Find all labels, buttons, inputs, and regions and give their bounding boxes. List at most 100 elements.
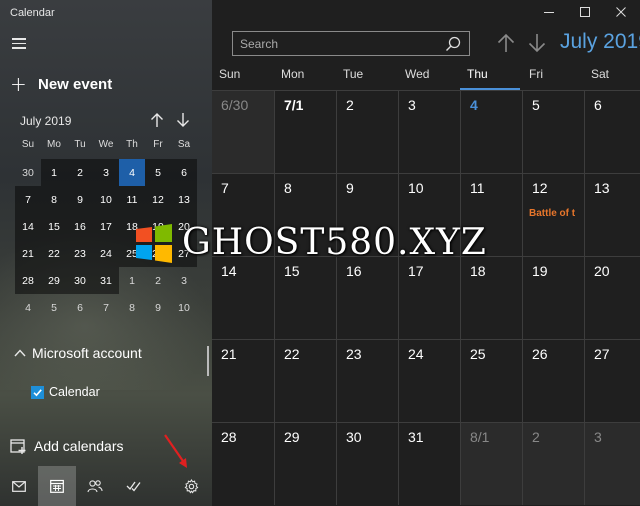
search-input[interactable]	[240, 35, 440, 52]
day-cell[interactable]: 16	[336, 257, 398, 339]
day-cell[interactable]: 18	[460, 257, 522, 339]
calendar-checkbox[interactable]	[31, 385, 44, 399]
mini-calendar-day[interactable]: 14	[15, 213, 41, 240]
mini-calendar-day[interactable]: 17	[93, 213, 119, 240]
new-event-button[interactable]: + New event	[10, 72, 112, 96]
day-cell[interactable]: 6/30	[212, 91, 274, 173]
search-box[interactable]	[232, 31, 470, 56]
mini-calendar-day[interactable]: 3	[93, 159, 119, 186]
day-cell[interactable]: 12 Battle of t	[522, 174, 584, 256]
mini-calendar-day[interactable]: 11	[119, 186, 145, 213]
search-icon[interactable]	[445, 36, 461, 52]
mini-calendar-next-arrow-icon[interactable]	[176, 112, 190, 128]
mini-calendar-day[interactable]: 29	[41, 267, 67, 294]
minimize-button[interactable]	[538, 2, 560, 22]
mini-calendar-day[interactable]: 30	[67, 267, 93, 294]
mini-calendar-day[interactable]: 22	[41, 240, 67, 267]
people-button[interactable]	[76, 466, 114, 506]
mini-calendar-day[interactable]: 3	[171, 267, 197, 294]
mini-calendar-day[interactable]: 15	[41, 213, 67, 240]
mini-calendar-day[interactable]: 6	[171, 159, 197, 186]
day-cell[interactable]: 23	[336, 340, 398, 422]
todo-button[interactable]	[114, 466, 152, 506]
mini-calendar-day[interactable]: 7	[15, 186, 41, 213]
day-cell[interactable]: 24	[398, 340, 460, 422]
day-cell[interactable]: 26	[522, 340, 584, 422]
day-cell[interactable]: 20	[584, 257, 640, 339]
sidebar-scrollbar[interactable]	[207, 346, 209, 376]
mini-calendar-day[interactable]: 25	[119, 240, 145, 267]
maximize-button[interactable]	[574, 2, 596, 22]
mini-calendar-day[interactable]: 5	[145, 159, 171, 186]
microsoft-account-toggle[interactable]: Microsoft account	[14, 345, 142, 361]
mini-calendar-day[interactable]: 24	[93, 240, 119, 267]
day-cell[interactable]: 28	[212, 423, 274, 505]
mini-calendar-day[interactable]: 4	[119, 159, 145, 186]
day-cell[interactable]: 4	[460, 91, 522, 173]
day-cell[interactable]: 11	[460, 174, 522, 256]
day-cell[interactable]: 3	[584, 423, 640, 505]
mini-calendar-day[interactable]: 4	[15, 294, 41, 321]
calendar-checkbox-row[interactable]: Calendar	[31, 385, 100, 399]
mini-calendar-day[interactable]: 30	[15, 159, 41, 186]
day-cell[interactable]: 5	[522, 91, 584, 173]
day-cell[interactable]: 21	[212, 340, 274, 422]
close-button[interactable]	[610, 2, 632, 22]
day-cell[interactable]: 29	[274, 423, 336, 505]
mini-calendar-day[interactable]: 8	[41, 186, 67, 213]
calendar-event[interactable]: Battle of t	[529, 208, 583, 219]
day-cell[interactable]: 19	[522, 257, 584, 339]
mini-calendar-day[interactable]: 6	[67, 294, 93, 321]
add-calendars-button[interactable]: Add calendars	[10, 438, 124, 454]
mini-calendar-day[interactable]: 16	[67, 213, 93, 240]
day-cell[interactable]: 2	[522, 423, 584, 505]
mini-calendar-day[interactable]: 7	[93, 294, 119, 321]
mini-calendar-day[interactable]: 28	[15, 267, 41, 294]
day-cell[interactable]: 7	[212, 174, 274, 256]
settings-button[interactable]	[172, 466, 210, 506]
hamburger-menu-icon[interactable]	[12, 38, 26, 49]
mini-calendar-day[interactable]: 19	[145, 213, 171, 240]
day-cell[interactable]: 30	[336, 423, 398, 505]
previous-month-arrow-icon[interactable]	[497, 33, 515, 57]
mini-calendar-day[interactable]: 5	[41, 294, 67, 321]
day-cell[interactable]: 14	[212, 257, 274, 339]
day-cell[interactable]: 3	[398, 91, 460, 173]
day-cell[interactable]: 13	[584, 174, 640, 256]
mini-calendar-prev-arrow-icon[interactable]	[150, 112, 164, 128]
day-cell[interactable]: 22	[274, 340, 336, 422]
mini-calendar-day[interactable]: 23	[67, 240, 93, 267]
mini-calendar-day[interactable]: 8	[119, 294, 145, 321]
day-cell[interactable]: 27	[584, 340, 640, 422]
mini-calendar-day[interactable]: 2	[67, 159, 93, 186]
mini-calendar-day[interactable]: 10	[93, 186, 119, 213]
day-cell[interactable]: 6	[584, 91, 640, 173]
day-cell[interactable]: 7/1	[274, 91, 336, 173]
mini-calendar-day[interactable]: 26	[145, 240, 171, 267]
mini-calendar-day[interactable]: 10	[171, 294, 197, 321]
mini-calendar-day[interactable]: 13	[171, 186, 197, 213]
day-cell[interactable]: 17	[398, 257, 460, 339]
mini-calendar-day[interactable]: 27	[171, 240, 197, 267]
mini-calendar-day[interactable]: 12	[145, 186, 171, 213]
day-cell[interactable]: 9	[336, 174, 398, 256]
day-cell[interactable]: 2	[336, 91, 398, 173]
mini-calendar-day[interactable]: 9	[67, 186, 93, 213]
mini-calendar-day[interactable]: 2	[145, 267, 171, 294]
day-cell[interactable]: 10	[398, 174, 460, 256]
day-cell[interactable]: 15	[274, 257, 336, 339]
mini-calendar-day[interactable]: 9	[145, 294, 171, 321]
day-cell[interactable]: 8	[274, 174, 336, 256]
mini-calendar-day[interactable]: 20	[171, 213, 197, 240]
mini-calendar-day[interactable]: 31	[93, 267, 119, 294]
mini-calendar-day[interactable]: 21	[15, 240, 41, 267]
calendar-button[interactable]	[38, 466, 76, 506]
mini-calendar-day[interactable]: 1	[119, 267, 145, 294]
mini-calendar-day[interactable]: 1	[41, 159, 67, 186]
day-cell[interactable]: 31	[398, 423, 460, 505]
day-cell[interactable]: 8/1	[460, 423, 522, 505]
day-cell[interactable]: 25	[460, 340, 522, 422]
mail-button[interactable]	[0, 466, 38, 506]
mini-calendar-day[interactable]: 18	[119, 213, 145, 240]
next-month-arrow-icon[interactable]	[528, 33, 546, 57]
